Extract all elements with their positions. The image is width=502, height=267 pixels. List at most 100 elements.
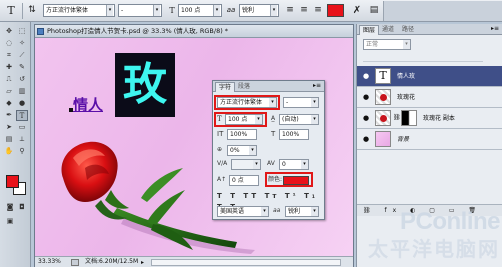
zoom-tool-icon[interactable]: ⚲ — [16, 146, 28, 157]
align-left-icon[interactable]: ≡ — [283, 3, 297, 18]
eye-icon[interactable]: ● — [361, 113, 371, 123]
slice-tool-icon[interactable]: ⟋ — [16, 50, 28, 61]
layer-name: 玫瑰花 — [397, 94, 416, 101]
magic-wand-icon[interactable]: ✧ — [16, 38, 28, 49]
screen-mode-icon[interactable]: ▣ — [4, 216, 16, 227]
layer-name: 背景 — [397, 136, 410, 143]
text-tool-icon[interactable]: T — [4, 3, 18, 18]
tracking-select[interactable]: 0 ▾ — [279, 159, 309, 170]
watermark: PConline 太平洋电脑网 — [314, 207, 501, 265]
text-color-swatch[interactable] — [327, 4, 344, 17]
blend-mode-select[interactable]: 正常 ▾ — [363, 39, 411, 50]
tab-channels[interactable]: 通道 — [379, 25, 397, 35]
document-size: 文档:6.20M/12.5M — [85, 258, 139, 265]
tsume-select[interactable]: 0% ▾ — [227, 145, 257, 156]
vertical-scale-icon: IT — [217, 130, 224, 138]
align-right-icon[interactable]: ≡ — [311, 3, 325, 18]
eye-icon[interactable]: ● — [361, 71, 371, 81]
rose-copy-layer-thumbnail — [375, 110, 391, 126]
marquee-tool-icon[interactable]: ⬚ — [16, 26, 28, 37]
antialias-value: 锐利 — [242, 7, 255, 14]
notes-tool-icon[interactable]: ▤ — [3, 134, 15, 145]
blur-tool-icon[interactable]: ◆ — [3, 98, 15, 109]
canvas-text-qingren[interactable]: 情人 — [73, 94, 115, 114]
panel-font-style-value: - — [286, 99, 289, 106]
faux-style-buttons[interactable]: T T TT Tт T¹ T₁ T T — [217, 191, 321, 211]
horizontal-scale-input[interactable]: 100% — [279, 129, 309, 140]
tsume-value: 0% — [230, 147, 240, 154]
text-orientation-icon[interactable]: ⇅ — [25, 3, 39, 18]
font-style-select[interactable]: - ▾ — [118, 4, 162, 17]
tab-paths[interactable]: 路径 — [399, 25, 417, 35]
watermark-subtitle: 太平洋电脑网 — [368, 237, 500, 261]
panel-font-style-select[interactable]: - ▾ — [283, 97, 319, 108]
ps-doc-icon — [37, 28, 44, 35]
horizontal-scrollbar[interactable] — [151, 259, 341, 266]
layer-row[interactable]: ● 玫瑰花 — [357, 87, 502, 108]
panel-color-swatch[interactable] — [283, 176, 309, 185]
char-preview-box[interactable]: 玫 — [115, 53, 175, 117]
toggle-panels-icon[interactable]: ▤ — [367, 3, 381, 18]
tsume-icon: ⊕ — [217, 146, 223, 153]
gradient-tool-icon[interactable]: ▥ — [16, 86, 28, 97]
font-size-select[interactable]: 100 点 ▾ — [178, 4, 222, 17]
vertical-scale-value: 100% — [230, 131, 248, 138]
warp-text-icon[interactable]: ✗ — [350, 3, 364, 18]
shape-tool-icon[interactable]: ▭ — [16, 122, 28, 133]
status-bar: 33.33% 文档:6.20M/12.5M ▸ — [35, 256, 353, 267]
eyedropper-icon[interactable]: ⟂ — [16, 134, 28, 145]
document-title-bar[interactable]: Photoshop打造情人节贺卡.psd @ 33.3% (情人玫, RGB/8… — [35, 25, 353, 38]
layers-menu-icon[interactable]: ▸≡ — [491, 25, 499, 32]
layer-row-text[interactable]: ● T 情人玫 — [357, 66, 502, 87]
document-title: Photoshop打造情人节贺卡.psd @ 33.3% (情人玫, RGB/8… — [47, 27, 229, 35]
dodge-tool-icon[interactable]: ● — [16, 98, 28, 109]
brush-tool-icon[interactable]: ✎ — [16, 62, 28, 73]
history-brush-icon[interactable]: ↺ — [16, 74, 28, 85]
language-value: 美国英语 — [220, 208, 245, 215]
type-tool-icon[interactable]: T — [16, 110, 28, 121]
horizontal-scale-icon: T — [271, 130, 276, 138]
pen-tool-icon[interactable]: ✒ — [3, 110, 15, 121]
horizontal-scale-value: 100% — [282, 131, 300, 138]
clone-stamp-icon[interactable]: ⎍ — [3, 74, 15, 85]
panel-menu-icon[interactable]: ▸≡ — [313, 82, 321, 89]
move-tool-icon[interactable]: ✥ — [3, 26, 15, 37]
font-family-select[interactable]: 方正流行体繁体 ▾ — [43, 4, 115, 17]
chevron-down-icon: ▾ — [106, 5, 113, 16]
vertical-scale-input[interactable]: 100% — [227, 129, 257, 140]
rose-thumb-dot — [380, 94, 387, 101]
baseline-shift-value: 0 点 — [232, 177, 244, 184]
eye-icon[interactable]: ● — [361, 92, 371, 102]
antialias-icon: aa — [226, 6, 236, 14]
layer-row-background[interactable]: ● 背景 — [357, 129, 502, 150]
chevron-down-icon: ▾ — [213, 5, 220, 16]
eraser-tool-icon[interactable]: ▱ — [3, 86, 15, 97]
language-select[interactable]: 美国英语 ▾ — [217, 206, 269, 217]
tab-character[interactable]: 字符 — [215, 82, 236, 92]
healing-brush-icon[interactable]: ✚ — [3, 62, 15, 73]
layer-row[interactable]: ● ⛓ 玫瑰花 副本 — [357, 108, 502, 129]
tab-layers[interactable]: 图层 — [359, 25, 380, 35]
zoom-level[interactable]: 33.33% — [38, 257, 61, 267]
status-arrow-icon[interactable]: ▸ — [141, 258, 144, 267]
baseline-shift-input[interactable]: 0 点 — [229, 175, 259, 186]
tab-paragraph[interactable]: 段落 — [235, 82, 253, 92]
chevron-down-icon: ▾ — [261, 207, 268, 216]
align-center-icon[interactable]: ≡ — [297, 3, 311, 18]
kerning-select[interactable]: ▾ — [231, 159, 261, 170]
font-size-icon: T — [169, 6, 175, 15]
antialias-select[interactable]: 锐利 ▾ — [239, 4, 279, 17]
foreground-color-swatch[interactable] — [6, 175, 19, 188]
hand-tool-icon[interactable]: ✋ — [3, 146, 15, 157]
crop-tool-icon[interactable]: ⌗ — [3, 50, 15, 61]
leading-icon: A̲ — [271, 115, 276, 122]
lasso-tool-icon[interactable]: ◌ — [3, 38, 15, 49]
leading-select[interactable]: (自动) ▾ — [279, 114, 319, 125]
blend-mode-value: 正常 — [366, 41, 379, 48]
quick-mask-on-icon[interactable]: ◘ — [16, 202, 28, 213]
quick-mask-icon[interactable]: ◙ — [4, 202, 16, 213]
font-family-value: 方正流行体繁体 — [46, 7, 89, 14]
font-style-value: - — [121, 7, 124, 14]
eye-icon[interactable]: ● — [361, 134, 371, 144]
path-selection-icon[interactable]: ➤ — [3, 122, 15, 133]
